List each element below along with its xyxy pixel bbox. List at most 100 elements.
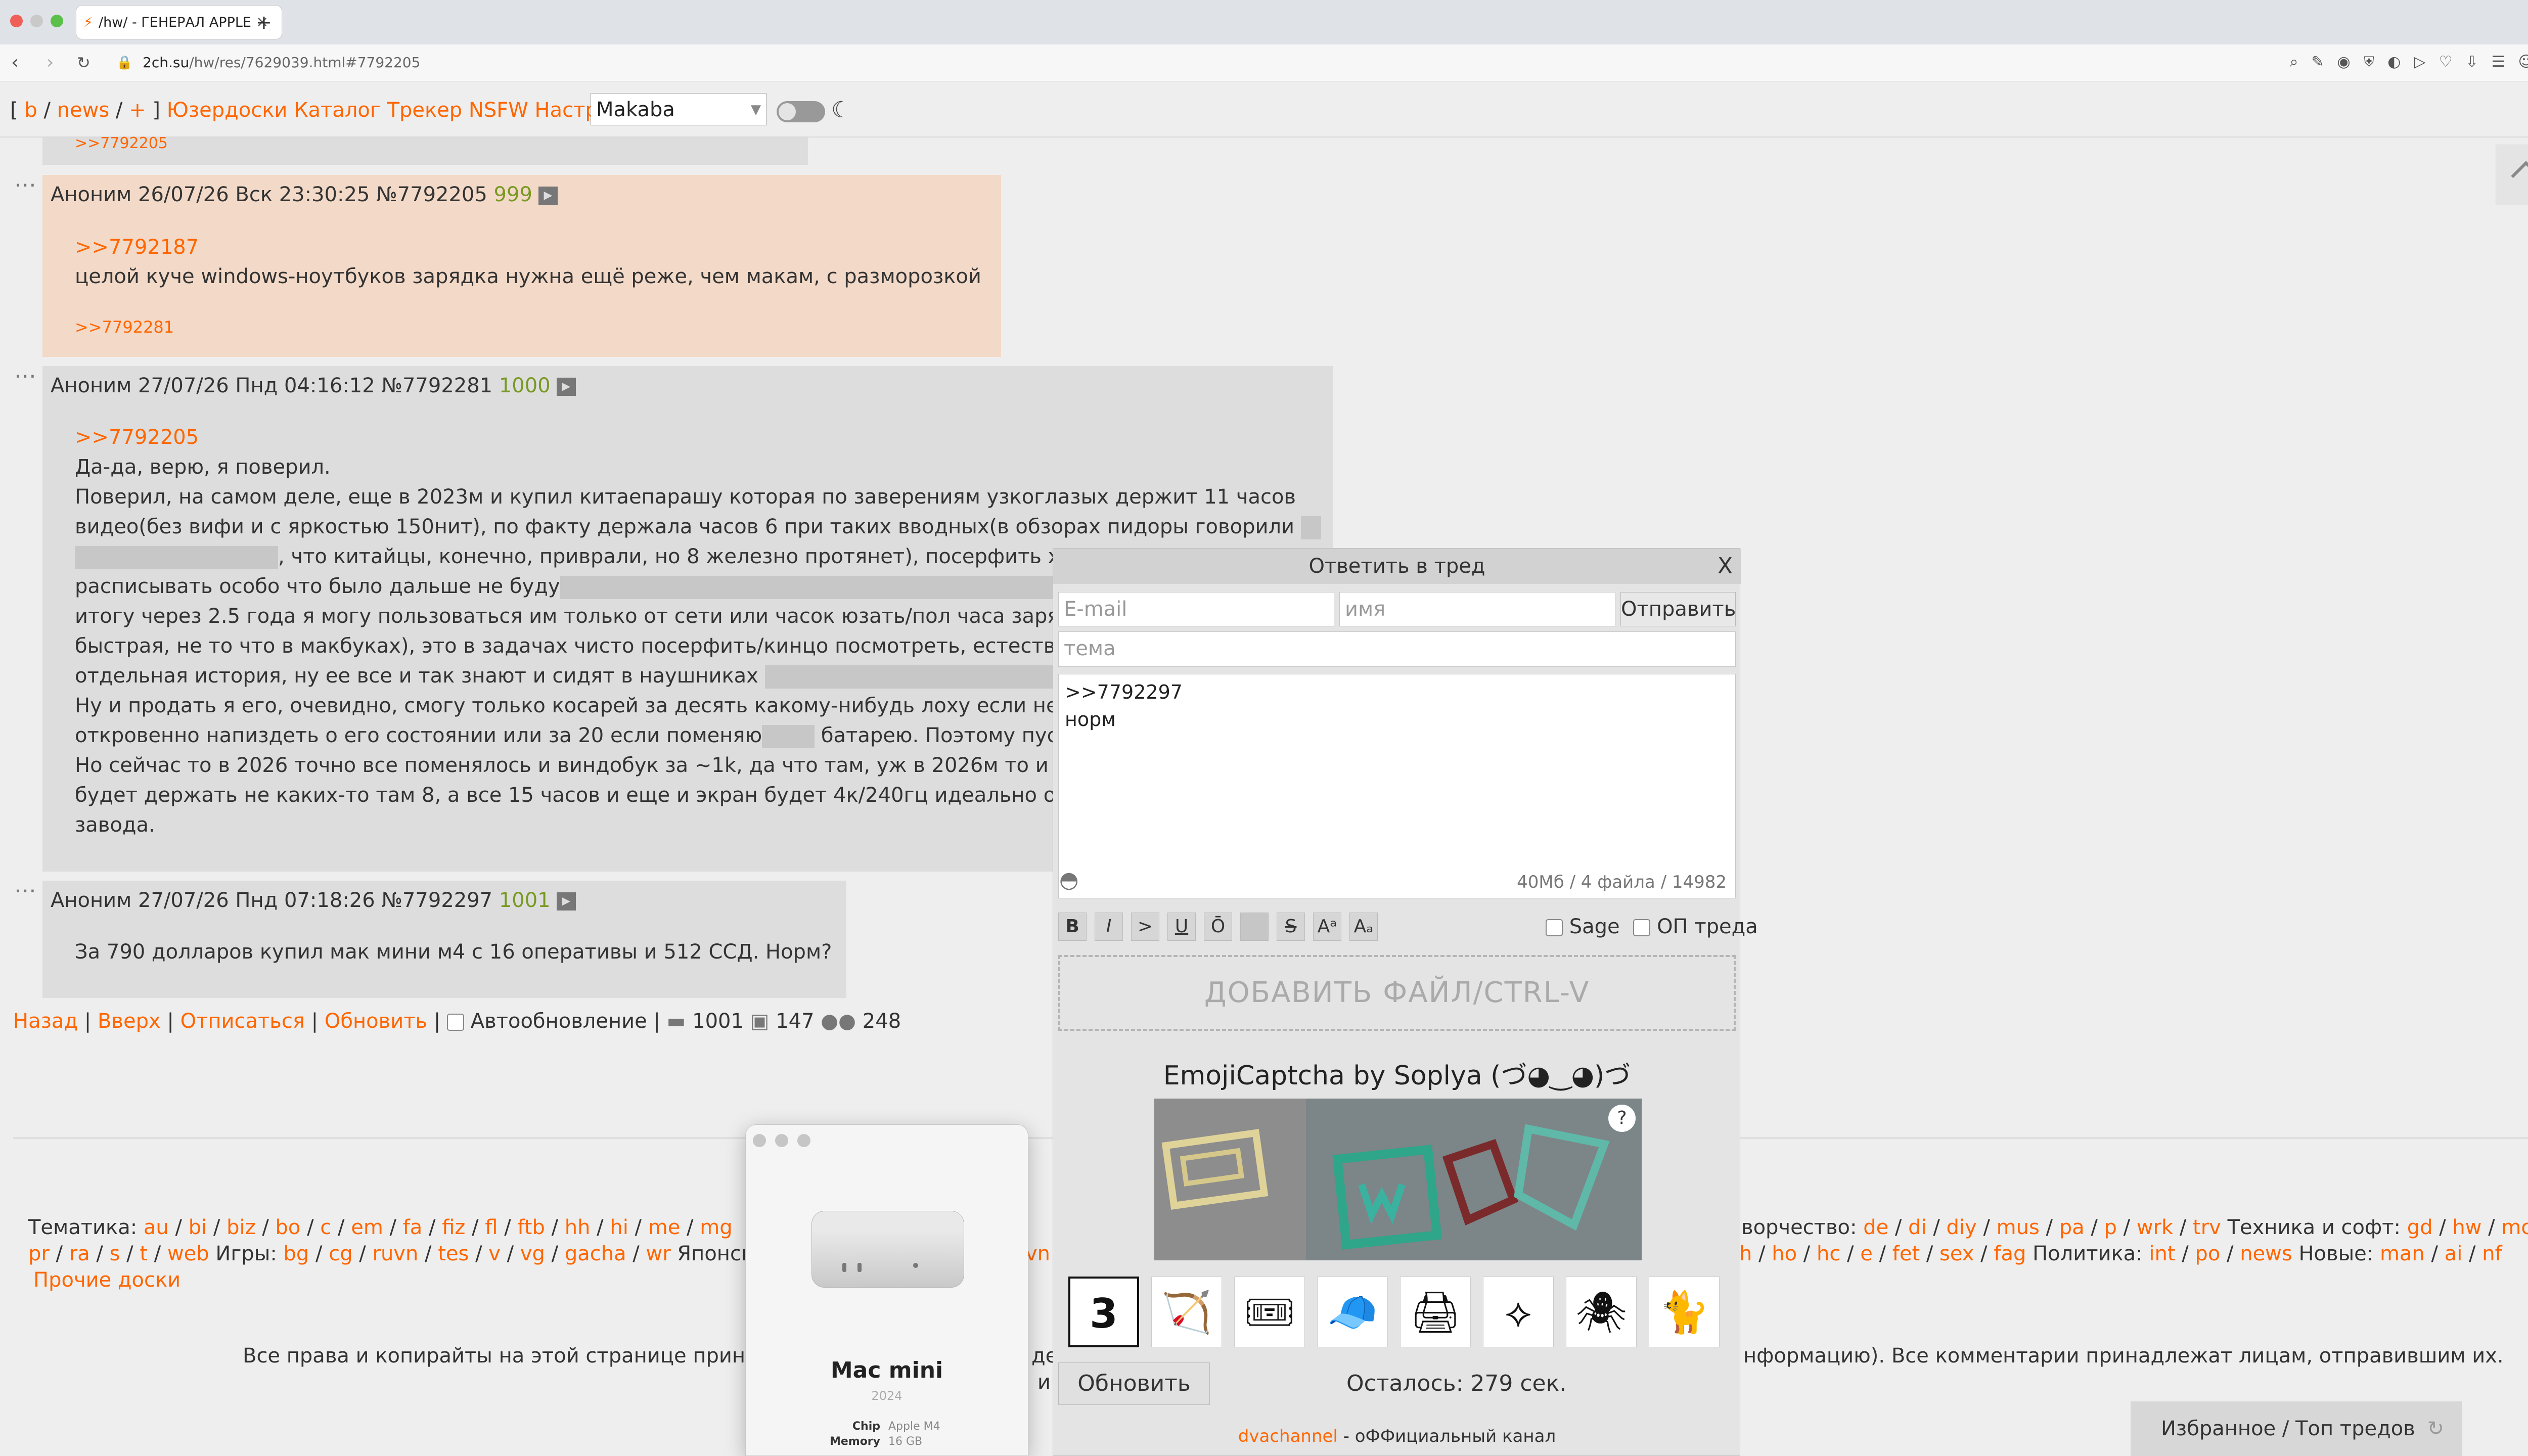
board-link[interactable]: fa xyxy=(403,1216,423,1239)
moon-icon[interactable]: ☾ xyxy=(831,97,851,123)
name-field[interactable]: имя xyxy=(1339,592,1615,626)
board-link[interactable]: wrk xyxy=(2137,1216,2173,1239)
overline-button[interactable]: Ō xyxy=(1204,913,1232,941)
unsubscribe-link[interactable]: Отписаться xyxy=(180,1010,305,1033)
board-link[interactable]: gd xyxy=(2407,1216,2433,1239)
board-link[interactable]: em xyxy=(351,1216,383,1239)
captcha-option-bow-icon[interactable]: 🏹 xyxy=(1151,1277,1222,1347)
board-link[interactable]: int xyxy=(2149,1242,2175,1265)
close-window-button[interactable] xyxy=(753,1134,766,1147)
board-link[interactable]: nf xyxy=(2482,1242,2502,1265)
board-link[interactable]: trv xyxy=(2193,1216,2221,1239)
back-icon[interactable]: ‹ xyxy=(11,52,18,74)
board-link[interactable]: cg xyxy=(329,1242,352,1265)
spoiler[interactable] xyxy=(762,725,815,748)
post-number[interactable]: №7792297 xyxy=(381,889,492,912)
forward-icon[interactable]: › xyxy=(47,52,54,74)
captcha-option-cap-icon[interactable]: 🧢 xyxy=(1317,1277,1388,1347)
board-link[interactable]: v xyxy=(488,1242,501,1265)
shield-icon[interactable]: ⛨ xyxy=(2364,53,2388,71)
other-boards-link[interactable]: Прочие доски xyxy=(33,1268,180,1292)
edit-icon[interactable]: ✎ xyxy=(2311,53,2337,71)
board-link[interactable]: pa xyxy=(2059,1216,2085,1239)
board-link[interactable]: diy xyxy=(1947,1216,1977,1239)
board-link[interactable]: wr xyxy=(646,1242,671,1265)
scroll-top-button[interactable] xyxy=(2496,145,2528,205)
play-icon[interactable]: ▷ xyxy=(2414,53,2439,71)
strike-button[interactable]: S xyxy=(1277,913,1305,941)
camera-icon[interactable]: ◉ xyxy=(2337,53,2364,71)
board-link[interactable]: biz xyxy=(227,1216,256,1239)
board-link[interactable]: mus xyxy=(1997,1216,2040,1239)
bold-button[interactable]: B xyxy=(1058,913,1087,941)
eye-icon[interactable]: ◐ xyxy=(2387,53,2414,71)
board-link[interactable]: po xyxy=(2195,1242,2220,1265)
tracker-link[interactable]: Трекер xyxy=(387,99,463,122)
board-link[interactable]: man xyxy=(2380,1242,2425,1265)
spoiler[interactable] xyxy=(75,546,278,569)
spoiler[interactable] xyxy=(764,665,1068,689)
style-select[interactable]: Makaba ▼ xyxy=(591,93,766,125)
refresh-icon[interactable]: ↻ xyxy=(2427,1401,2444,1456)
op-checkbox[interactable] xyxy=(1633,919,1651,936)
spoiler-button[interactable] xyxy=(1240,913,1269,941)
captcha-help-button[interactable]: ? xyxy=(1608,1105,1636,1132)
add-file-dropzone[interactable]: ДОБАВИТЬ ФАЙЛ/CTRL-V xyxy=(1058,955,1736,1031)
board-link[interactable]: e xyxy=(1860,1242,1873,1265)
refresh-link[interactable]: Обновить xyxy=(325,1010,427,1033)
nsfw-link[interactable]: NSFW xyxy=(469,99,528,122)
captcha-option-printer-icon[interactable]: 🖨 xyxy=(1400,1277,1471,1347)
post-number[interactable]: №7792281 xyxy=(381,374,492,397)
board-link[interactable]: fag xyxy=(1994,1242,2026,1265)
reply-link[interactable]: >>7792281 xyxy=(75,317,174,337)
board-link[interactable]: fiz xyxy=(442,1216,465,1239)
reply-link[interactable]: >>7792187 xyxy=(75,233,981,262)
board-link[interactable]: bg xyxy=(284,1242,309,1265)
emoji-icon[interactable]: ◓ xyxy=(1059,867,1078,893)
reply-link[interactable]: >>7792205 xyxy=(75,423,1321,452)
captcha-option-cat-icon[interactable]: 🐈 xyxy=(1649,1277,1720,1347)
zoom-window-button[interactable] xyxy=(797,1134,810,1147)
browser-tab[interactable]: ⚡ /hw/ - ГЕНЕРАЛ APPLE xyxy=(76,5,282,39)
italic-button[interactable]: I xyxy=(1095,913,1123,941)
new-tab-button[interactable]: + xyxy=(256,7,272,37)
board-link[interactable]: pr xyxy=(28,1242,50,1265)
play-icon[interactable]: ▶ xyxy=(538,187,558,205)
captcha-option-spider-icon[interactable]: 🕷 xyxy=(1566,1277,1637,1347)
spoiler[interactable] xyxy=(1300,516,1321,539)
board-link[interactable]: me xyxy=(648,1216,681,1239)
zoom-window-button[interactable] xyxy=(51,15,63,27)
post-menu-icon[interactable]: ⋯ xyxy=(14,878,36,903)
board-link[interactable]: p xyxy=(2104,1216,2117,1239)
reply-link[interactable]: >>7792205 xyxy=(75,134,168,152)
close-window-button[interactable] xyxy=(10,15,23,27)
captcha-option-ticket-icon[interactable]: 🎟 xyxy=(1234,1277,1305,1347)
board-link[interactable]: news xyxy=(2240,1242,2292,1265)
board-link[interactable]: ftb xyxy=(517,1216,545,1239)
board-link[interactable]: hw xyxy=(2452,1216,2481,1239)
board-link-plus[interactable]: + xyxy=(129,99,146,122)
board-link[interactable]: di xyxy=(1908,1216,1927,1239)
board-link[interactable]: web xyxy=(167,1242,209,1265)
board-link[interactable]: ho xyxy=(1772,1242,1797,1265)
board-link[interactable]: au xyxy=(144,1216,169,1239)
board-link[interactable]: s xyxy=(110,1242,120,1265)
download-icon[interactable]: ⇩ xyxy=(2465,53,2491,71)
superscript-button[interactable]: Aᵃ xyxy=(1313,913,1341,941)
profile-icon[interactable]: ☺ xyxy=(2518,53,2528,71)
heart-icon[interactable]: ♡ xyxy=(2439,53,2466,71)
captcha-option-number-icon[interactable]: 3 xyxy=(1068,1277,1139,1347)
post-menu-icon[interactable]: ⋯ xyxy=(14,172,36,198)
zoom-icon[interactable]: ⌕ xyxy=(2290,53,2312,71)
close-button[interactable]: X xyxy=(1718,549,1733,584)
captcha-refresh-button[interactable]: Обновить xyxy=(1058,1362,1210,1405)
board-link[interactable]: ruvn xyxy=(373,1242,419,1265)
board-link[interactable]: vn xyxy=(1025,1242,1050,1265)
board-link[interactable]: de xyxy=(1863,1216,1888,1239)
minimize-window-button[interactable] xyxy=(775,1134,788,1147)
subject-field[interactable]: тема xyxy=(1058,631,1736,667)
quote-button[interactable]: > xyxy=(1131,913,1159,941)
board-link[interactable]: mg xyxy=(700,1216,732,1239)
board-link-news[interactable]: news xyxy=(57,99,110,122)
board-link[interactable]: bo xyxy=(276,1216,301,1239)
